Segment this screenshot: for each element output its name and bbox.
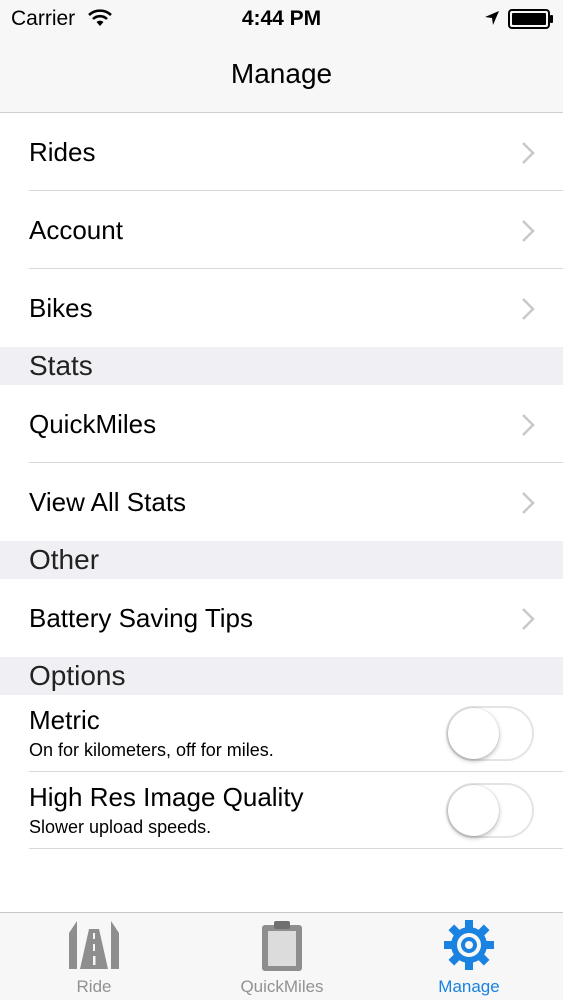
row-quickmiles[interactable]: QuickMiles	[0, 385, 563, 463]
row-label: Rides	[29, 137, 96, 167]
chevron-right-icon	[522, 492, 535, 514]
tab-ride[interactable]: Ride	[0, 913, 188, 1000]
section-title: Other	[29, 544, 100, 575]
tab-label: Ride	[76, 977, 112, 996]
section-header-options: Options	[0, 657, 563, 695]
row-label: Account	[29, 215, 123, 245]
chevron-right-icon	[522, 414, 535, 436]
option-high-res-image-quality: High Res Image Quality Slower upload spe…	[0, 772, 563, 849]
row-label: Battery Saving Tips	[29, 603, 253, 633]
navigation-bar: Manage	[0, 40, 563, 113]
row-view-all-stats[interactable]: View All Stats	[0, 463, 563, 541]
section-header-stats: Stats	[0, 347, 563, 385]
road-icon	[69, 921, 119, 969]
metric-toggle[interactable]	[446, 706, 534, 761]
chevron-right-icon	[522, 220, 535, 242]
row-label: QuickMiles	[29, 409, 157, 439]
row-battery-saving-tips[interactable]: Battery Saving Tips	[0, 579, 563, 657]
toggle-knob	[448, 708, 499, 759]
status-bar: Carrier 4:44 PM	[0, 0, 563, 40]
toggle-knob	[448, 785, 499, 836]
status-time: 4:44 PM	[241, 7, 322, 30]
option-subtitle: On for kilometers, off for miles.	[29, 740, 274, 760]
section-title: Stats	[29, 350, 93, 381]
section-header-other: Other	[0, 541, 563, 579]
gear-icon	[444, 920, 494, 970]
tab-label: Manage	[438, 977, 500, 996]
section-title: Options	[29, 660, 126, 691]
chevron-right-icon	[522, 142, 535, 164]
page-title: Manage	[230, 58, 333, 89]
row-bikes[interactable]: Bikes	[0, 269, 563, 347]
location-arrow-icon	[485, 11, 499, 25]
chevron-right-icon	[522, 608, 535, 630]
row-rides[interactable]: Rides	[0, 113, 563, 191]
option-title: High Res Image Quality	[29, 782, 304, 812]
option-title: Metric	[29, 705, 100, 735]
row-label: Bikes	[29, 293, 93, 323]
battery-icon	[508, 9, 553, 29]
tab-quickmiles[interactable]: QuickMiles	[188, 913, 376, 1000]
chevron-right-icon	[522, 298, 535, 320]
row-account[interactable]: Account	[0, 191, 563, 269]
option-subtitle: Slower upload speeds.	[29, 817, 212, 837]
tab-bar: Ride QuickMiles Manage	[0, 912, 563, 1000]
clipboard-icon	[262, 921, 302, 971]
row-label: View All Stats	[29, 487, 187, 517]
option-metric: Metric On for kilometers, off for miles.	[0, 695, 563, 772]
tab-label: QuickMiles	[240, 977, 324, 996]
tab-manage[interactable]: Manage	[375, 913, 563, 1000]
high-res-toggle[interactable]	[446, 783, 534, 838]
settings-list: Rides Account Bikes Stats QuickMiles Vie…	[0, 113, 563, 849]
